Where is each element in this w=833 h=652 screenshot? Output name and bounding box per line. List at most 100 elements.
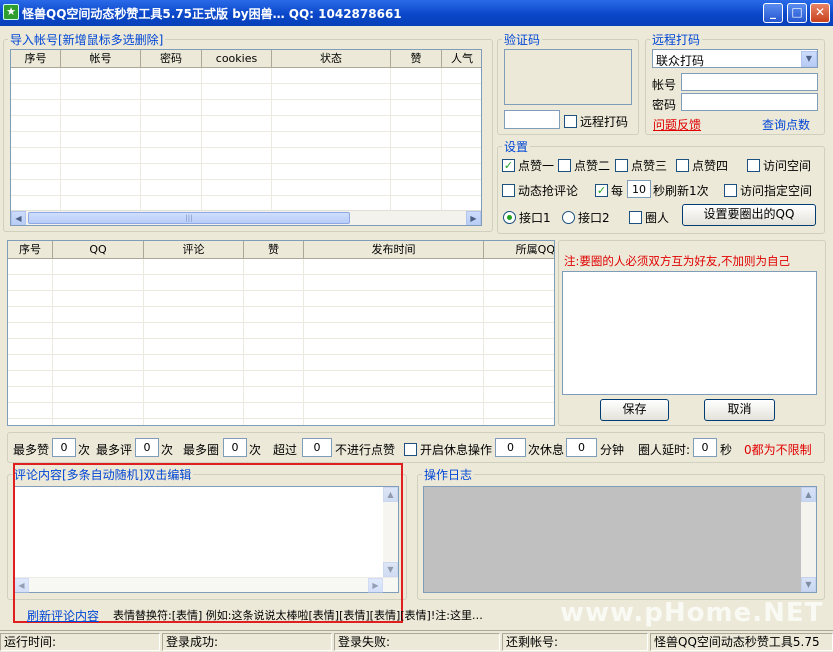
refresh-comments-link[interactable]: 刷新评论内容 — [27, 607, 99, 624]
no-like-label: 不进行点赞 — [335, 443, 396, 457]
col-header[interactable]: QQ — [53, 241, 144, 258]
dynamic-comment-box[interactable] — [502, 184, 515, 197]
max-comment-label: 最多评 — [96, 443, 133, 457]
rest-minutes-input[interactable]: 0 — [566, 438, 597, 457]
col-header[interactable]: 赞 — [244, 241, 304, 258]
captcha-legend: 验证码 — [504, 33, 541, 47]
remote-captcha-checkbox[interactable]: 远程打码 — [564, 113, 628, 130]
circle-person-box[interactable] — [629, 211, 642, 224]
max-circle-input[interactable]: 0 — [223, 438, 247, 457]
remote-password-input[interactable] — [681, 93, 818, 111]
visit-specified-checkbox[interactable]: 访问指定空间 — [724, 182, 812, 199]
like2-checkbox[interactable]: 点赞二 — [558, 157, 610, 174]
col-header[interactable]: 状态 — [272, 50, 391, 67]
max-circle-label: 最多圈 — [183, 443, 220, 457]
col-header[interactable]: 所属QQ — [484, 241, 554, 258]
title-bar[interactable]: ★ 怪兽QQ空间动态秒赞工具5.75正式版 by困兽… QQ: 10428786… — [0, 0, 833, 26]
over-label: 超过 — [273, 443, 298, 457]
login-success-status: 登录成功: — [162, 633, 332, 651]
col-header[interactable]: 序号 — [8, 241, 53, 258]
set-circle-qq-button[interactable]: 设置要圈出的QQ — [682, 204, 816, 226]
refresh-seconds-input[interactable]: 10 — [627, 180, 651, 198]
op-log-area[interactable]: ▲ ▼ — [423, 486, 817, 593]
max-comment-input[interactable]: 0 — [135, 438, 159, 457]
rest-checkbox[interactable]: 开启休息操作 — [404, 441, 492, 458]
remote-account-input[interactable] — [681, 73, 818, 91]
rest-times-label: 次休息 — [528, 443, 565, 457]
port1-radio[interactable]: 接口1 — [503, 209, 551, 226]
dropdown-arrow-icon[interactable]: ▼ — [801, 51, 817, 67]
circle-person-label: 圈人 — [645, 211, 670, 225]
col-header[interactable]: 发布时间 — [304, 241, 484, 258]
scroll-right-icon[interactable]: ▶ — [466, 211, 481, 225]
accounts-hscrollbar[interactable]: ◀ ||| ▶ — [11, 210, 481, 225]
scroll-down-icon[interactable]: ▼ — [801, 577, 816, 592]
watermark: www.pHome.NET — [560, 598, 824, 628]
save-button[interactable]: 保存 — [600, 399, 669, 421]
query-points-link[interactable]: 查询点数 — [762, 116, 810, 133]
visit-specified-box[interactable] — [724, 184, 737, 197]
circle-person-checkbox[interactable]: 圈人 — [629, 209, 669, 226]
app-name-status: 怪兽QQ空间动态秒赞工具5.75 — [650, 633, 833, 651]
accounts-table[interactable]: 序号 帐号 密码 cookies 状态 赞 人气 ◀ ||| ▶ — [10, 49, 482, 226]
maximize-button[interactable]: □ — [787, 3, 807, 23]
close-button[interactable]: ✕ — [810, 3, 830, 23]
every-checkbox[interactable]: ✓ 每 — [595, 182, 623, 199]
max-like-input[interactable]: 0 — [52, 438, 76, 457]
col-header[interactable]: 评论 — [144, 241, 244, 258]
like4-checkbox[interactable]: 点赞四 — [676, 157, 728, 174]
refresh-suffix: 秒刷新1次 — [653, 184, 709, 198]
feed-table[interactable]: 序号 QQ 评论 赞 发布时间 所属QQ — [7, 240, 555, 426]
scroll-left-icon[interactable]: ◀ — [11, 211, 26, 225]
visit-specified-label: 访问指定空间 — [740, 184, 813, 198]
remote-service-select[interactable]: 联众打码 ▼ — [652, 49, 818, 68]
rest-times-input[interactable]: 0 — [495, 438, 526, 457]
like3-box[interactable] — [615, 159, 628, 172]
circle-qq-textarea[interactable] — [562, 271, 817, 395]
dynamic-comment-checkbox[interactable]: 动态抢评论 — [502, 182, 578, 199]
like4-box[interactable] — [676, 159, 689, 172]
visit-space-checkbox[interactable]: 访问空间 — [747, 157, 811, 174]
port2-radio[interactable]: 接口2 — [562, 209, 610, 226]
col-header[interactable]: 赞 — [391, 50, 442, 67]
like1-checkbox[interactable]: ✓ 点赞一 — [502, 157, 554, 174]
visit-space-label: 访问空间 — [763, 159, 812, 173]
like3-label: 点赞三 — [631, 159, 668, 173]
checkmark-icon[interactable]: ✓ — [595, 184, 608, 197]
op-log-vscrollbar[interactable]: ▲ ▼ — [801, 487, 816, 592]
rest-box[interactable] — [404, 443, 417, 456]
scroll-thumb[interactable]: ||| — [28, 212, 350, 224]
col-header[interactable]: 序号 — [11, 50, 61, 67]
minimize-button[interactable]: _ — [763, 3, 783, 23]
minutes-label: 分钟 — [600, 443, 625, 457]
remote-captcha-label: 远程打码 — [580, 115, 629, 129]
port2-dot[interactable] — [562, 211, 575, 224]
col-header[interactable]: 帐号 — [61, 50, 141, 67]
op-log-legend: 操作日志 — [424, 468, 473, 482]
col-header[interactable]: 密码 — [141, 50, 202, 67]
cancel-button[interactable]: 取消 — [704, 399, 775, 421]
scroll-up-icon[interactable]: ▲ — [801, 487, 816, 502]
port1-dot[interactable] — [503, 211, 516, 224]
max-like-label: 最多赞 — [13, 443, 50, 457]
run-time-status: 运行时间: — [0, 633, 160, 651]
circle-note: 注:要圈的人必须双方互为好友,不加则为自己 — [564, 254, 791, 268]
captcha-input[interactable] — [504, 110, 560, 129]
remote-legend: 远程打码 — [652, 33, 701, 47]
col-header[interactable]: cookies — [202, 50, 272, 67]
visit-space-box[interactable] — [747, 159, 760, 172]
remote-captcha-box[interactable] — [564, 115, 577, 128]
like2-box[interactable] — [558, 159, 571, 172]
feedback-link[interactable]: 问题反馈 — [653, 116, 701, 133]
port2-label: 接口2 — [578, 211, 610, 225]
times-label: 次 — [249, 443, 262, 457]
circle-delay-label: 圈人延时: — [638, 443, 691, 457]
checkmark-icon[interactable]: ✓ — [502, 159, 515, 172]
seconds-label: 秒 — [720, 443, 733, 457]
port1-label: 接口1 — [519, 211, 551, 225]
accounts-legend: 导入帐号[新增鼠标多选删除] — [10, 33, 164, 47]
col-header[interactable]: 人气 — [442, 50, 481, 67]
circle-delay-input[interactable]: 0 — [693, 438, 717, 457]
like3-checkbox[interactable]: 点赞三 — [615, 157, 667, 174]
over-input[interactable]: 0 — [302, 438, 332, 457]
